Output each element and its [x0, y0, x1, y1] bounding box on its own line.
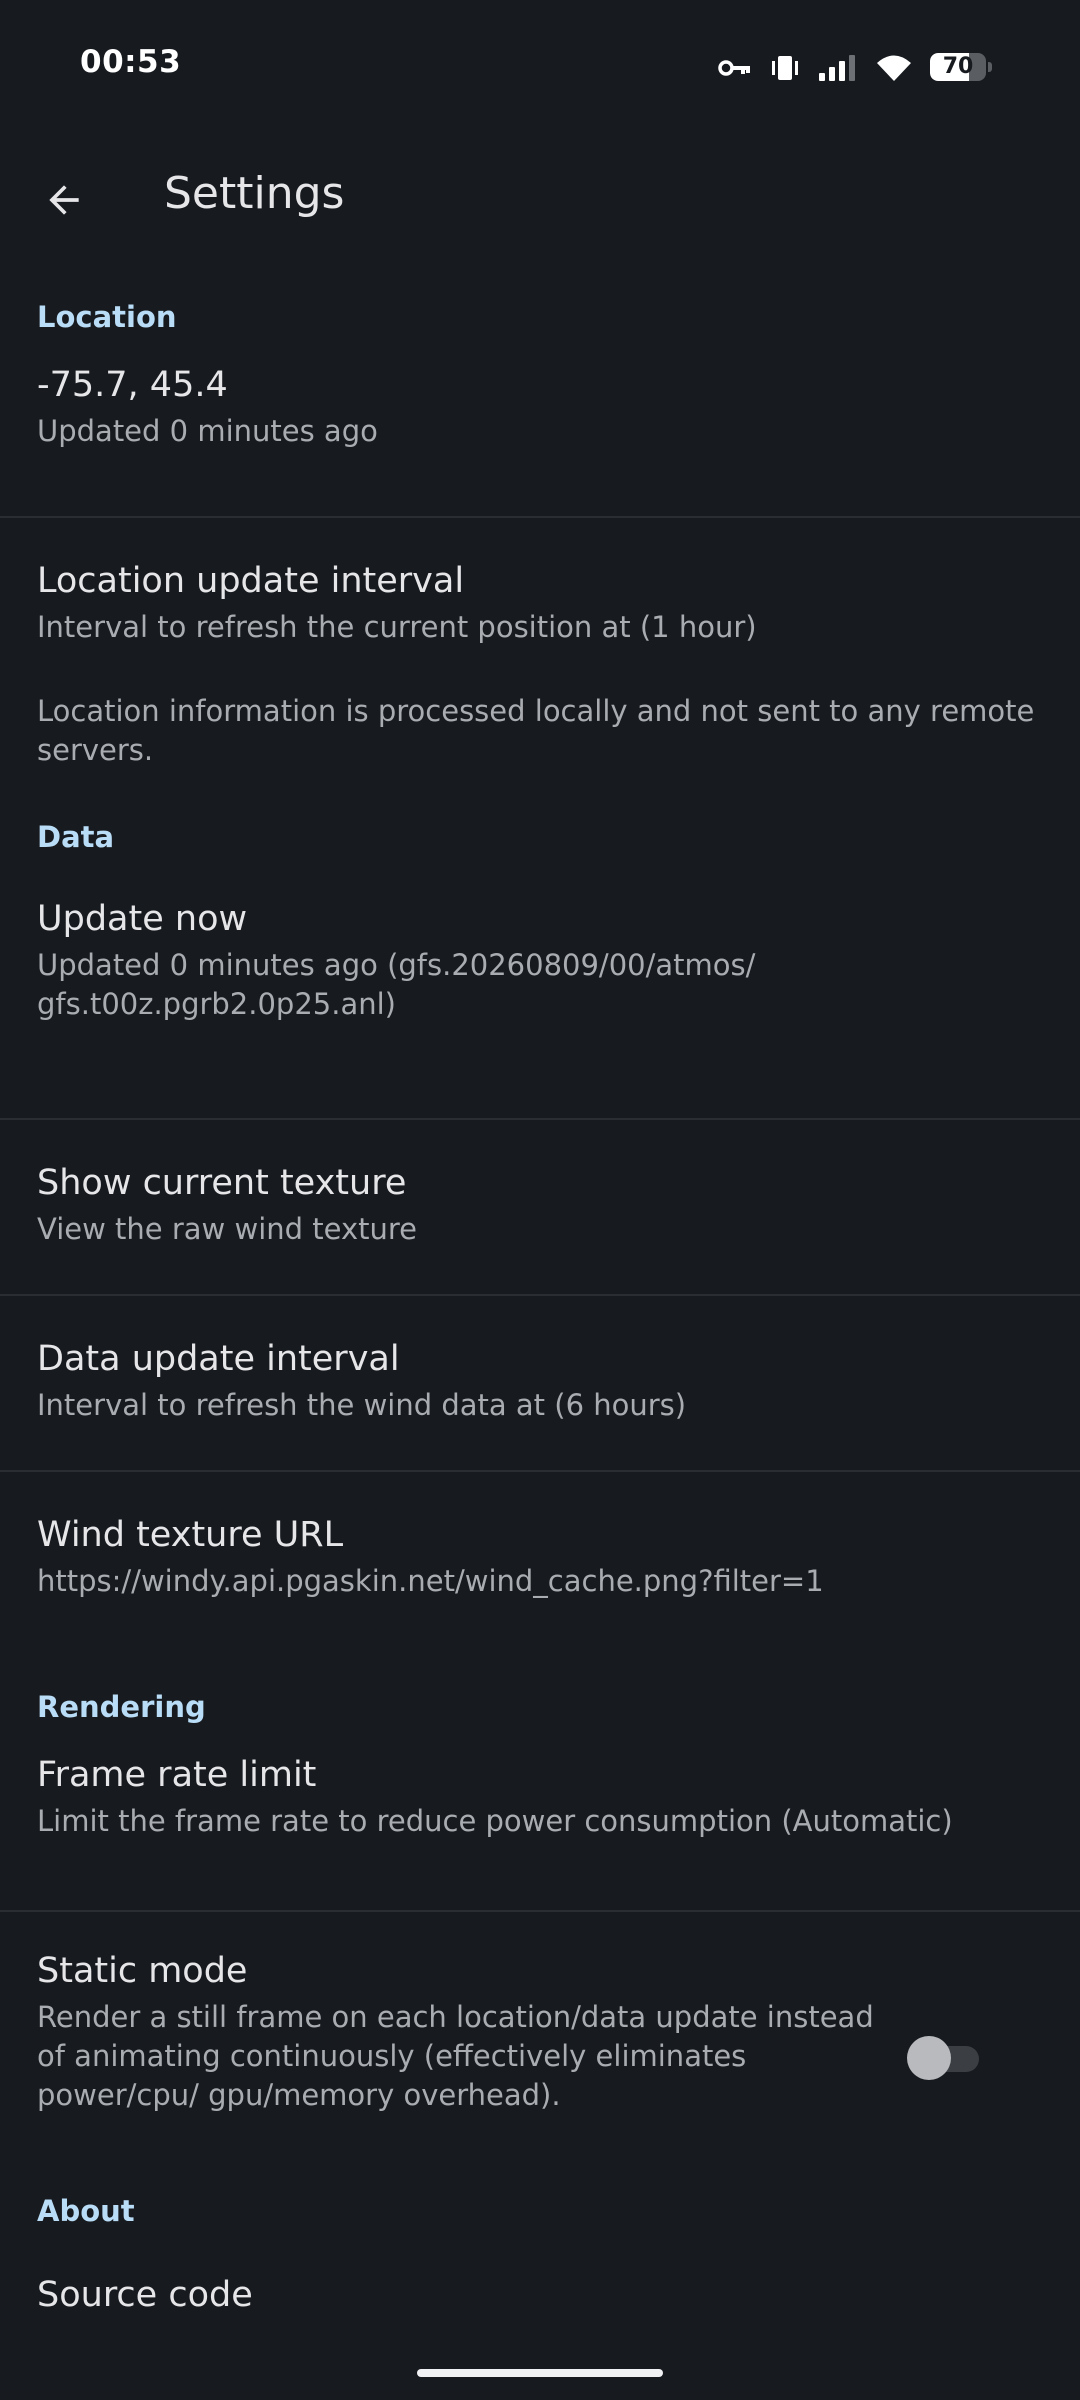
cell-signal-icon [818, 54, 858, 82]
section-header-about: About [37, 2194, 135, 2228]
pref-title: Location update interval [37, 561, 465, 601]
pref-title: Wind texture URL [37, 1515, 344, 1555]
pref-title: Frame rate limit [37, 1755, 317, 1795]
pref-frame-rate-limit[interactable]: Frame rate limit Limit the frame rate to… [0, 1732, 1080, 1910]
pref-title: -75.7, 45.4 [37, 365, 228, 405]
pref-current-location[interactable]: -75.7, 45.4 Updated 0 minutes ago [0, 348, 1080, 516]
page-title: Settings [164, 168, 345, 219]
status-bar: 00:53 70 [0, 0, 1080, 132]
pref-wind-texture-url[interactable]: Wind texture URL https://windy.api.pgask… [0, 1472, 1080, 1680]
pref-source-code[interactable]: Source code [0, 2262, 1080, 2342]
back-button[interactable] [28, 164, 100, 236]
vibrate-icon [770, 53, 800, 83]
pref-data-update-interval[interactable]: Data update interval Interval to refresh… [0, 1296, 1080, 1470]
switch-thumb [907, 2036, 951, 2080]
pref-title: Static mode [37, 1951, 248, 1991]
section-header-rendering: Rendering [37, 1690, 206, 1724]
pref-static-mode[interactable]: Static mode Render a still frame on each… [0, 1912, 1080, 2182]
pref-title: Update now [37, 899, 248, 939]
pref-title: Data update interval [37, 1339, 400, 1379]
pref-location-update-interval[interactable]: Location update interval Interval to ref… [0, 518, 1080, 692]
pref-title: Source code [37, 2275, 253, 2315]
location-privacy-note: Location information is processed locall… [37, 694, 1035, 767]
pref-static-mode-texts: Static mode Render a still frame on each… [37, 1948, 907, 2115]
home-indicator[interactable] [417, 2369, 663, 2377]
section-header-location: Location [37, 300, 177, 334]
pref-summary: Updated 0 minutes ago [37, 414, 378, 448]
vpn-key-icon [718, 57, 752, 79]
wifi-icon [876, 54, 912, 82]
pref-title: Show current texture [37, 1163, 407, 1203]
app-bar: Settings [0, 150, 1080, 246]
pref-show-current-texture[interactable]: Show current texture View the raw wind t… [0, 1120, 1080, 1294]
battery-level: 70 [942, 54, 974, 79]
pref-update-now[interactable]: Update now Updated 0 minutes ago (gfs.20… [0, 882, 1080, 1118]
pref-summary: Updated 0 minutes ago (gfs.20260809/00/a… [37, 948, 756, 1021]
pref-summary: View the raw wind texture [37, 1212, 418, 1246]
settings-list: Location -75.7, 45.4 Updated 0 minutes a… [0, 290, 1080, 2342]
arrow-back-icon [49, 185, 79, 215]
pref-summary: Interval to refresh the wind data at (6 … [37, 1388, 687, 1422]
pref-summary: Interval to refresh the current position… [37, 610, 757, 644]
status-time: 00:53 [80, 44, 182, 80]
static-mode-switch[interactable] [907, 2036, 979, 2080]
section-header-data: Data [37, 820, 115, 854]
pref-summary: https://windy.api.pgaskin.net/wind_cache… [37, 1564, 824, 1598]
pref-summary: Limit the frame rate to reduce power con… [37, 1804, 953, 1838]
battery-icon: 70 [930, 53, 992, 83]
status-icons: 70 [718, 48, 992, 88]
pref-summary: Render a still frame on each location/da… [37, 2000, 874, 2112]
